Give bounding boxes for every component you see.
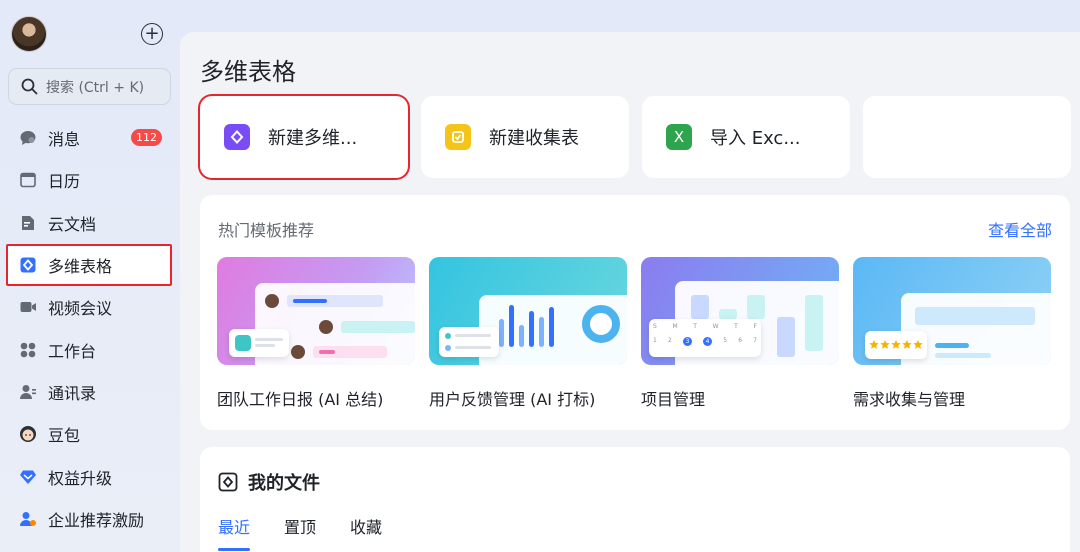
sidebar-item-contacts[interactable]: 通讯录 (8, 371, 176, 413)
diamond-icon (19, 468, 37, 486)
action-label: 新建多维... (268, 128, 358, 149)
referral-user-icon (19, 510, 37, 528)
my-files-panel: 我的文件 最近 置顶 收藏 (200, 447, 1070, 552)
sidebar-item-base[interactable]: 多维表格 (6, 243, 172, 287)
calendar-icon (19, 171, 37, 189)
sidebar-item-label: 通讯录 (48, 383, 97, 403)
star-icon (869, 340, 923, 349)
sidebar-item-label: 消息 (48, 130, 81, 150)
form-icon (445, 124, 471, 150)
sidebar-item-label: 多维表格 (48, 257, 113, 277)
tab-favorites[interactable]: 收藏 (350, 514, 382, 538)
templates-panel: 热门模板推荐 查看全部 团队工作日报 (AI 总结) 用户反馈管理 (AI 打标… (200, 195, 1070, 430)
sidebar-item-label: 企业推荐激励 (48, 510, 145, 530)
sidebar-nav: 消息 112 日历 云文档 多维表格 视频会议 工作台 通讯录 豆包 权益升级 … (6, 117, 176, 540)
video-camera-icon (19, 298, 37, 316)
sidebar-item-docs[interactable]: 云文档 (8, 202, 176, 244)
new-form-button[interactable]: 新建收集表 (421, 96, 629, 178)
contacts-icon (19, 383, 37, 401)
doubao-avatar-icon (19, 425, 37, 443)
calendar-day-row: 12 3 4 567 (653, 337, 757, 346)
main-content: 多维表格 新建多维... 新建收集表 X 导入 Exc... 热门模板推荐 查看… (180, 32, 1080, 552)
file-tabs: 最近 置顶 收藏 (218, 514, 382, 551)
template-thumbnail (217, 257, 415, 365)
sidebar-item-workplace[interactable]: 工作台 (8, 328, 176, 370)
import-excel-button[interactable]: X 导入 Exc... (642, 96, 850, 178)
chat-bubble-icon (19, 129, 37, 147)
add-button[interactable]: + (141, 23, 163, 45)
template-card-requirements[interactable]: 需求收集与管理 (853, 257, 1051, 410)
template-card-project[interactable]: SMTWTF 12 3 4 567 项目管理 (641, 257, 839, 410)
sidebar-item-label: 日历 (48, 172, 81, 192)
empty-action-card[interactable] (863, 96, 1071, 178)
sidebar-item-upgrade[interactable]: 权益升级 (8, 455, 176, 497)
sidebar-item-label: 权益升级 (48, 468, 113, 488)
base-icon (224, 124, 250, 150)
base-outline-icon (218, 472, 238, 492)
sidebar-item-messages[interactable]: 消息 112 (8, 117, 176, 159)
sidebar-item-label: 工作台 (48, 341, 97, 361)
tab-pinned[interactable]: 置顶 (284, 514, 316, 538)
sidebar-item-calendar[interactable]: 日历 (8, 159, 176, 201)
template-label: 项目管理 (641, 390, 706, 409)
template-thumbnail: SMTWTF 12 3 4 567 (641, 257, 839, 365)
my-files-label: 我的文件 (248, 473, 320, 494)
base-icon (19, 256, 37, 274)
search-icon (21, 78, 38, 95)
sidebar-item-label: 豆包 (48, 426, 81, 446)
document-icon (19, 214, 37, 232)
excel-icon: X (666, 124, 692, 150)
sidebar-item-label: 视频会议 (48, 299, 113, 319)
rating-stars (865, 331, 927, 359)
my-files-title: 我的文件 (218, 469, 320, 495)
template-thumbnail (429, 257, 627, 365)
view-all-link[interactable]: 查看全部 (988, 217, 1052, 241)
user-avatar[interactable] (11, 16, 47, 52)
template-card-daily-report[interactable]: 团队工作日报 (AI 总结) (217, 257, 415, 410)
sidebar-item-doubao[interactable]: 豆包 (8, 413, 176, 455)
action-label: 新建收集表 (489, 128, 579, 149)
template-label: 团队工作日报 (AI 总结) (217, 390, 384, 409)
template-label: 需求收集与管理 (853, 390, 966, 409)
apps-grid-icon (19, 341, 37, 359)
action-label: 导入 Exc... (710, 128, 801, 149)
page-title: 多维表格 (200, 58, 296, 86)
sidebar-item-referral[interactable]: 企业推荐激励 (8, 498, 176, 540)
sidebar-item-label: 云文档 (48, 214, 97, 234)
plus-icon: + (144, 23, 160, 44)
search-box[interactable]: 搜索 (Ctrl + K) (8, 68, 171, 105)
tab-recent[interactable]: 最近 (218, 514, 251, 551)
calendar-week-header: SMTWTF (653, 323, 757, 330)
sidebar: + 搜索 (Ctrl + K) 消息 112 日历 云文档 多维表格 视频会议 … (0, 0, 180, 552)
search-placeholder: 搜索 (Ctrl + K) (46, 79, 145, 96)
new-base-button[interactable]: 新建多维... (200, 96, 408, 178)
unread-badge: 112 (131, 129, 162, 146)
sidebar-item-meetings[interactable]: 视频会议 (8, 286, 176, 328)
template-label: 用户反馈管理 (AI 打标) (429, 390, 596, 409)
templates-title: 热门模板推荐 (218, 221, 315, 240)
template-thumbnail (853, 257, 1051, 365)
template-card-feedback[interactable]: 用户反馈管理 (AI 打标) (429, 257, 627, 410)
